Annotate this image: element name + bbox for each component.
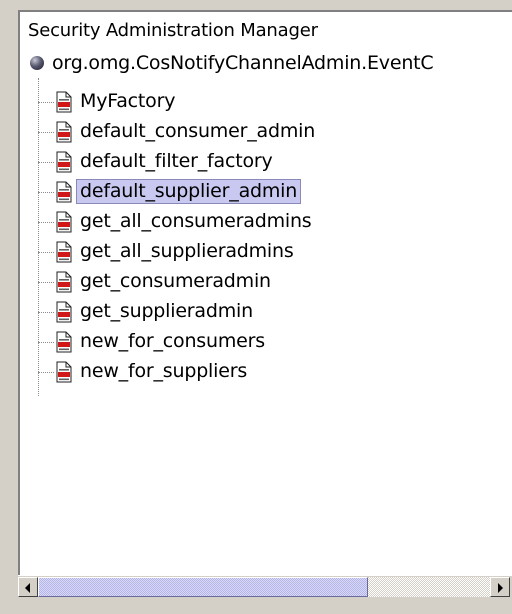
tree-branch-line <box>38 252 54 253</box>
tree-branch-line <box>38 102 54 103</box>
tree-branch-line <box>38 282 54 283</box>
tree-branch-line <box>38 372 54 373</box>
tree-connector-line <box>38 78 39 396</box>
document-icon <box>56 301 72 323</box>
tree-item-label: get_all_consumeradmins <box>80 210 312 232</box>
tree-item-label: get_all_supplieradmins <box>80 240 294 262</box>
tree-item-label: new_for_suppliers <box>80 360 248 382</box>
document-icon <box>56 241 72 263</box>
tree-item-label: default_filter_factory <box>80 150 273 172</box>
horizontal-scrollbar[interactable] <box>18 575 512 598</box>
tree-item-label: new_for_consumers <box>80 330 265 352</box>
arrow-right-icon <box>498 583 503 593</box>
document-icon <box>56 151 72 173</box>
document-icon <box>56 121 72 143</box>
tree-title: Security Administration Manager <box>28 20 318 41</box>
tree-branch-line <box>38 342 54 343</box>
tree-branch-line <box>38 312 54 313</box>
tree-panel: Security Administration Manager org.omg.… <box>18 10 512 575</box>
tree-item-label: get_supplieradmin <box>80 300 253 322</box>
globe-icon <box>30 56 44 70</box>
scroll-thumb[interactable] <box>38 577 368 597</box>
arrow-left-icon <box>25 583 30 593</box>
document-icon <box>56 91 72 113</box>
tree-root-label: org.omg.CosNotifyChannelAdmin.EventC <box>52 52 434 74</box>
scroll-right-button[interactable] <box>490 577 510 597</box>
tree-item-label: default_supplier_admin <box>76 179 302 204</box>
document-icon <box>56 211 72 233</box>
tree-branch-line <box>38 192 54 193</box>
tree-item-label: get_consumeradmin <box>80 270 271 292</box>
tree-item-label: MyFactory <box>80 90 176 112</box>
document-icon <box>56 271 72 293</box>
app-window: Security Administration Manager org.omg.… <box>0 0 512 614</box>
document-icon <box>56 181 72 203</box>
tree-branch-line <box>38 132 54 133</box>
document-icon <box>56 361 72 383</box>
scroll-left-button[interactable] <box>18 577 38 597</box>
tree-branch-line <box>38 222 54 223</box>
tree-item-label: default_consumer_admin <box>80 120 316 142</box>
tree-branch-line <box>38 162 54 163</box>
document-icon <box>56 331 72 353</box>
